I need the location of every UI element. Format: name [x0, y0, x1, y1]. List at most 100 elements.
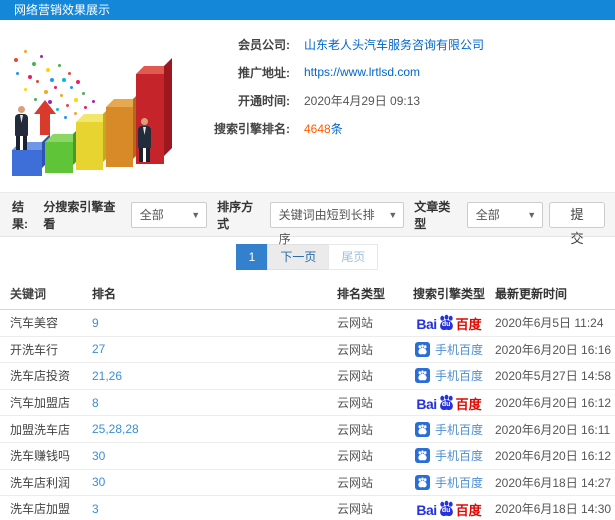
promo-url-link[interactable]: https://www.lrtlsd.com	[304, 65, 420, 79]
rank-type-cell: 云网站	[337, 316, 374, 331]
baidu-mobile-logo: 手机百度	[414, 421, 483, 438]
rank-count-suffix: 条	[330, 121, 343, 136]
rank-cell: 9	[92, 316, 337, 330]
baidu-pc-logo: Bai du 百度	[416, 394, 482, 412]
table-row: 汽车美容 9 云网站 Bai du 百度 2020年6月5日 11:24	[0, 310, 615, 337]
keyword-cell: 汽车美容	[10, 316, 59, 331]
rank-cell: 27	[92, 342, 337, 356]
rank-link[interactable]: 30	[92, 475, 105, 489]
rank-link[interactable]: 3	[92, 502, 99, 516]
engine-cell: 手机百度	[403, 367, 495, 384]
rank-type-cell: 云网站	[337, 369, 374, 384]
baidu-paw-icon: du	[438, 394, 455, 411]
engine-cell: Bai du 百度	[403, 314, 495, 331]
baidu-mobile-logo: 手机百度	[414, 447, 483, 464]
page-title: 网络营销效果展示	[14, 3, 111, 17]
keyword-cell: 洗车赚钱吗	[10, 449, 71, 464]
rank-cell: 21,26	[92, 369, 337, 383]
page-number-current[interactable]: 1	[235, 244, 269, 270]
promo-url-label: 推广地址:	[238, 65, 290, 80]
open-time-value: 2020年4月29日 09:13	[304, 93, 421, 108]
rank-count-value: 4648条	[304, 120, 343, 137]
chevron-down-icon: ▼	[388, 209, 398, 220]
table-row: 洗车店利润 30 云网站 手机百度 2020年6月18日 14:27	[0, 470, 615, 497]
rank-link[interactable]: 25,28,28	[92, 422, 139, 436]
sort-select[interactable]: 关键词由短到长排序 ▼	[269, 201, 405, 246]
baidu-pc-logo: Bai du 百度	[416, 500, 482, 518]
rank-type-cell: 云网站	[337, 342, 374, 357]
engine-cell: 手机百度	[403, 474, 495, 491]
rank-link[interactable]: 8	[92, 396, 99, 410]
updated-cell: 2020年6月20日 16:16	[495, 342, 612, 357]
rank-cell: 25,28,28	[92, 422, 337, 436]
info-row-company: 会员公司: 山东老人头汽车服务咨询有限公司	[185, 34, 615, 54]
keyword-cell: 洗车店投资	[10, 369, 71, 384]
submit-button[interactable]: 提交	[549, 201, 605, 246]
keyword-cell: 开洗车行	[10, 342, 59, 357]
company-link[interactable]: 山东老人头汽车服务咨询有限公司	[304, 36, 484, 53]
rank-cell: 8	[92, 396, 337, 410]
info-row-rank-count: 搜索引擎排名: 4648条	[185, 118, 615, 138]
rank-link[interactable]: 27	[92, 342, 105, 356]
rank-cell: 30	[92, 449, 337, 463]
engine-cell: Bai du 百度	[403, 500, 495, 517]
chevron-down-icon: ▼	[191, 209, 201, 220]
baidu-paw-icon: du	[438, 314, 455, 331]
company-label: 会员公司:	[238, 37, 290, 52]
table-row: 开洗车行 27 云网站 手机百度 2020年6月20日 16:16	[0, 337, 615, 364]
baidu-mobile-paw-icon	[414, 368, 430, 384]
chart-bar-blue	[12, 134, 50, 176]
baidu-mobile-logo: 手机百度	[414, 341, 483, 358]
baidu-paw-icon: du	[438, 500, 455, 517]
engine-filter-label: 分搜索引擎查看	[43, 199, 116, 231]
filter-controls: 分搜索引擎查看 全部 ▼ 排序方式 关键词由短到长排序 ▼ 文章类型 全部 ▼ …	[39, 198, 605, 246]
next-page-button[interactable]: 下一页	[267, 244, 330, 270]
rank-cell: 3	[92, 502, 337, 516]
last-page-button[interactable]: 尾页	[328, 244, 379, 270]
table-header-row: 关键词 排名 排名类型 搜索引擎类型 最新更新时间	[0, 277, 615, 310]
page-header: 网络营销效果展示	[0, 0, 615, 20]
chart-bar-yellow	[76, 106, 111, 170]
chart-bar-orange	[106, 91, 141, 167]
rank-link[interactable]: 9	[92, 316, 99, 330]
businessman-right	[138, 118, 151, 162]
rank-link[interactable]: 21,26	[92, 369, 122, 383]
sort-label: 排序方式	[217, 199, 254, 231]
article-type-label: 文章类型	[414, 199, 451, 231]
filter-bar: 结果: 分搜索引擎查看 全部 ▼ 排序方式 关键词由短到长排序 ▼ 文章类型 全…	[0, 193, 615, 246]
hero-section: 会员公司: 山东老人头汽车服务咨询有限公司 推广地址: https://www.…	[0, 20, 615, 193]
table-row: 汽车加盟店 8 云网站 Bai du 百度 2020年6月20日 16:12	[0, 390, 615, 417]
article-type-select[interactable]: 全部 ▼	[466, 201, 544, 228]
keyword-cell: 加盟洗车店	[10, 422, 71, 437]
company-info: 会员公司: 山东老人头汽车服务咨询有限公司 推广地址: https://www.…	[185, 34, 615, 146]
table-row: 洗车赚钱吗 30 云网站 手机百度 2020年6月20日 16:12	[0, 443, 615, 470]
updated-cell: 2020年6月20日 16:12	[495, 449, 612, 464]
engine-filter-value: 全部	[139, 207, 164, 222]
rank-link[interactable]: 30	[92, 449, 105, 463]
baidu-mobile-logo: 手机百度	[414, 474, 483, 491]
chevron-down-icon: ▼	[527, 209, 537, 220]
updated-cell: 2020年6月20日 16:12	[495, 396, 612, 411]
open-time-label: 开通时间:	[238, 93, 290, 108]
header-rank-type: 排名类型	[337, 286, 386, 301]
rank-count-number: 4648	[304, 121, 331, 136]
header-keyword: 关键词	[10, 286, 47, 301]
updated-cell: 2020年5月27日 14:58	[495, 369, 612, 384]
engine-cell: 手机百度	[403, 421, 495, 438]
updated-cell: 2020年6月18日 14:30	[495, 502, 612, 517]
baidu-mobile-paw-icon	[414, 421, 430, 437]
table-row: 洗车店投资 21,26 云网站 手机百度 2020年5月27日 14:58	[0, 363, 615, 390]
rank-type-cell: 云网站	[337, 449, 374, 464]
info-row-url: 推广地址: https://www.lrtlsd.com	[185, 62, 615, 82]
growth-arrow-icon	[34, 100, 56, 136]
rank-type-cell: 云网站	[337, 396, 374, 411]
chart-bar-green	[45, 126, 81, 173]
rank-type-cell: 云网站	[337, 502, 374, 517]
engine-cell: 手机百度	[403, 447, 495, 464]
engine-filter-select[interactable]: 全部 ▼	[130, 201, 208, 228]
table-body: 汽车美容 9 云网站 Bai du 百度 2020年6月5日 11:24 开洗车行 …	[0, 310, 615, 520]
rank-type-cell: 云网站	[337, 422, 374, 437]
rank-type-cell: 云网站	[337, 475, 374, 490]
keyword-cell: 洗车店加盟	[10, 502, 71, 517]
rank-cell: 30	[92, 475, 337, 489]
